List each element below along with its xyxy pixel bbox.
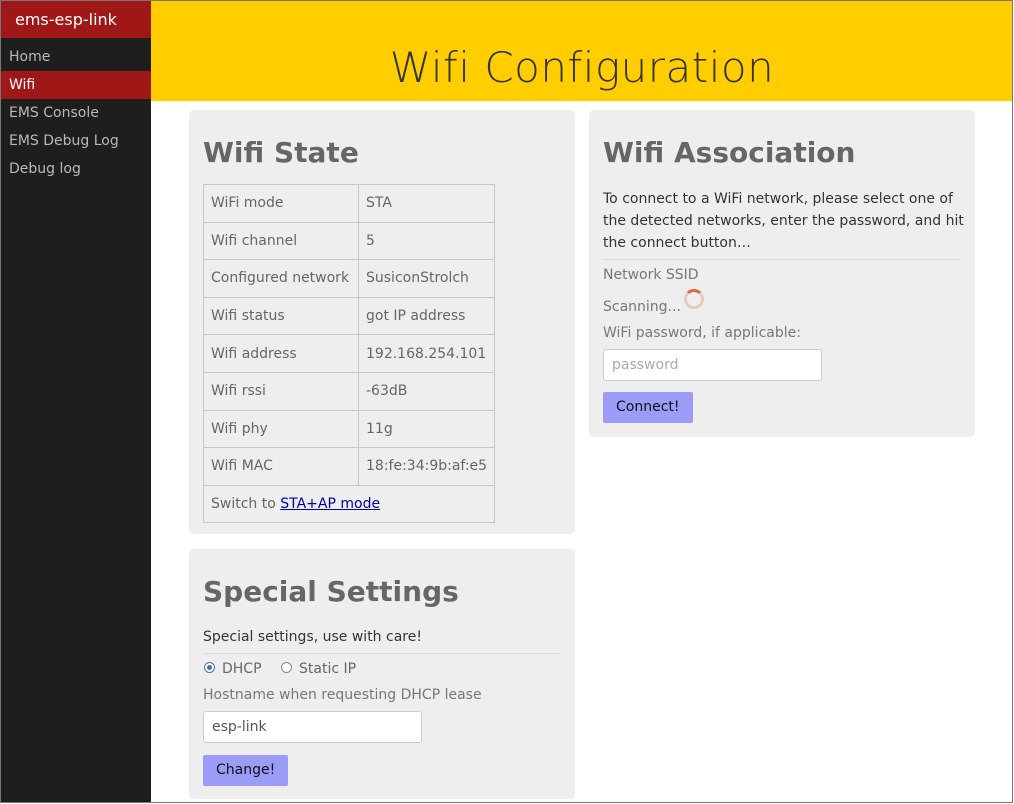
network-ssid-label: Network SSID	[603, 267, 699, 283]
row-value: 18:fe:34:9b:af:e5	[357, 447, 496, 486]
special-settings-title: Special Settings	[203, 575, 459, 608]
wifi-password-input[interactable]	[603, 349, 822, 381]
table-row: Wifi rssi -63dB	[203, 371, 496, 411]
row-key: Wifi rssi	[203, 371, 359, 411]
row-value: -63dB	[357, 371, 496, 411]
hostname-label: Hostname when requesting DHCP lease	[203, 687, 482, 703]
sidebar-item-ems-debug-log[interactable]: EMS Debug Log	[1, 127, 151, 155]
change-button[interactable]: Change!	[203, 755, 289, 786]
table-row: WiFi mode STA	[203, 184, 496, 223]
wifi-state-title: Wifi State	[203, 136, 359, 169]
radio-dhcp-label[interactable]: DHCP	[222, 661, 262, 677]
hostname-input[interactable]	[203, 711, 422, 743]
table-row: Configured network SusiconStrolch	[203, 259, 496, 298]
sidebar-item-wifi[interactable]: Wifi	[1, 71, 151, 99]
row-key: Wifi phy	[203, 409, 359, 449]
table-row: Wifi channel 5	[203, 221, 496, 261]
wifi-association-title: Wifi Association	[603, 136, 856, 169]
special-settings-card: Special Settings Special settings, use w…	[189, 549, 575, 799]
row-key: Wifi address	[203, 334, 359, 373]
wifi-association-card: Wifi Association To connect to a WiFi ne…	[589, 110, 975, 437]
row-value: STA	[357, 184, 496, 223]
loading-spinner-icon	[684, 289, 704, 309]
row-key: Wifi status	[203, 296, 359, 336]
connect-button[interactable]: Connect!	[603, 392, 693, 423]
row-key: Wifi channel	[203, 221, 359, 261]
wifi-association-description: To connect to a WiFi network, please sel…	[603, 191, 964, 251]
sidebar-item-debug-log[interactable]: Debug log	[1, 155, 151, 183]
radio-dhcp[interactable]	[204, 662, 215, 673]
scanning-text: Scanning...	[603, 299, 681, 315]
radio-static-ip-label[interactable]: Static IP	[299, 661, 356, 677]
wifi-state-table: WiFi mode STA Wifi channel 5 Configured ne…	[202, 184, 496, 524]
divider	[603, 259, 960, 260]
table-row: Wifi status got IP address	[203, 296, 496, 336]
row-value: SusiconStrolch	[357, 259, 496, 298]
divider	[203, 653, 560, 654]
table-row: Wifi phy 11g	[203, 409, 496, 449]
radio-static-ip[interactable]	[281, 662, 292, 673]
row-key: WiFi mode	[203, 184, 359, 223]
page-title: Wifi Configuration	[389, 43, 775, 92]
row-key: Configured network	[203, 259, 359, 298]
row-value: 11g	[357, 409, 496, 449]
switch-mode-cell: Switch to STA+AP mode	[202, 484, 496, 524]
sidebar: ems-esp-link Home Wifi EMS Console EMS D…	[1, 1, 151, 803]
sidebar-nav: Home Wifi EMS Console EMS Debug Log Debu…	[1, 43, 151, 183]
switch-mode-prefix: Switch to	[211, 496, 281, 513]
sidebar-item-ems-console[interactable]: EMS Console	[1, 99, 151, 127]
row-value: got IP address	[357, 296, 496, 336]
row-key: Wifi MAC	[203, 447, 359, 486]
wifi-password-label: WiFi password, if applicable:	[603, 325, 801, 341]
row-value: 5	[357, 221, 496, 261]
wifi-state-card: Wifi State WiFi mode STA Wifi channel 5 Co…	[189, 110, 575, 534]
special-settings-description: Special settings, use with care!	[203, 629, 422, 645]
brand-title[interactable]: ems-esp-link	[1, 1, 151, 38]
table-row: Wifi MAC 18:fe:34:9b:af:e5	[203, 447, 496, 486]
page-header: Wifi Configuration	[151, 1, 1013, 101]
row-value: 192.168.254.101	[357, 334, 496, 373]
sidebar-item-home[interactable]: Home	[1, 43, 151, 71]
table-row: Wifi address 192.168.254.101	[203, 334, 496, 373]
switch-mode-link[interactable]: STA+AP mode	[280, 496, 380, 512]
table-row: Switch to STA+AP mode	[202, 484, 496, 524]
